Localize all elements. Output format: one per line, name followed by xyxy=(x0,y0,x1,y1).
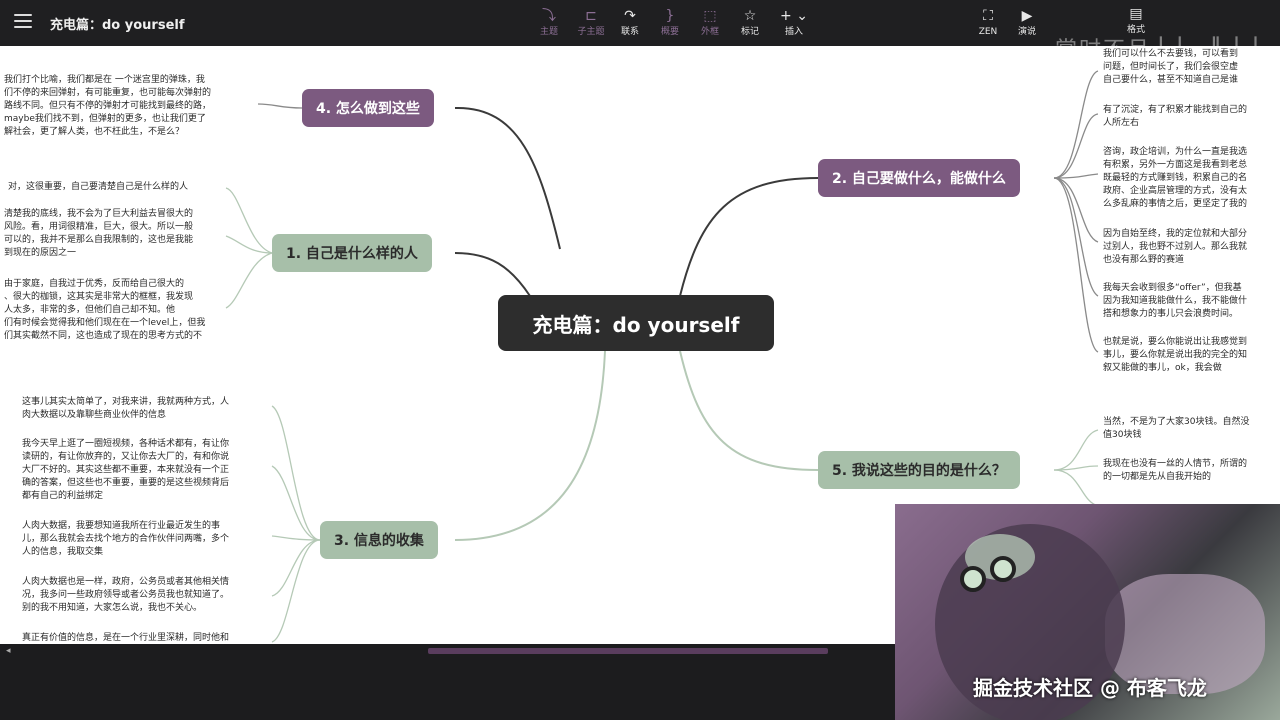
topic-icon: ⤵ xyxy=(542,8,556,24)
edge-center-n5 xyxy=(679,350,819,471)
document-title: 充电篇：do yourself xyxy=(50,18,185,33)
boundary-icon: ⬚ xyxy=(703,8,717,24)
scroll-marker-icon: ◂ xyxy=(6,646,11,656)
summary-button[interactable]: } 概要 xyxy=(648,6,692,38)
topic-button[interactable]: ⤵ 主题 xyxy=(527,6,571,38)
topic-what-to-do[interactable]: 2. 自己要做什么，能做什么 xyxy=(818,159,1020,197)
boundary-button[interactable]: ⬚ 外框 xyxy=(688,6,732,38)
relationship-button[interactable]: ↷ 联系 xyxy=(608,6,652,38)
marker-button[interactable]: ☆ 标记 xyxy=(728,6,772,38)
topic-info-collection[interactable]: 3. 信息的收集 xyxy=(320,521,438,559)
note-offers[interactable]: 我每天会收到很多“offer”，但我基 因为我知道我能做什么，我不能做什 搭和想… xyxy=(1103,282,1280,321)
hamburger-menu-icon[interactable] xyxy=(14,14,32,28)
topic-who-am-i[interactable]: 1. 自己是什么样的人 xyxy=(272,234,432,272)
note-short-videos[interactable]: 我今天早上逛了一圈短视频，各种话术都有，有让你 读研的，有让你放弃的，又让你去大… xyxy=(22,438,272,503)
watermark-text: 掘金技术社区 @ 布客飞龙 xyxy=(973,676,1207,700)
edge-center-n2 xyxy=(679,177,819,297)
horizontal-scrollbar[interactable] xyxy=(428,648,828,654)
topic-purpose[interactable]: 5. 我说这些的目的是什么？ xyxy=(818,451,1020,489)
top-toolbar: 充电篇：do yourself ⤵ 主题 ⊏ 子主题 ↷ 联系 } 概要 ⬚ 外… xyxy=(0,0,1280,63)
note-consulting[interactable]: 咨询，政企培训，为什么一直是我选 有积累，另外一方面这是我看到老总 既最轻的方式… xyxy=(1103,146,1280,211)
fullscreen-icon: ⛶ xyxy=(983,8,993,24)
note-start-from-self[interactable]: 我现在也没有一丝的人情节，所谓的 的一切都是先从自我开始的 xyxy=(1103,458,1280,484)
note-convince-me[interactable]: 也就是说，要么你能说出让我感觉到 事儿，要么你就是说出我的完全的知 叙又能做的事… xyxy=(1103,336,1280,375)
edge-center-n3 xyxy=(454,350,606,541)
note-bottom-line[interactable]: 清楚我的底线，我不会为了巨大利益去冒很大的 风险。看，用词很精准，巨大，很大。所… xyxy=(4,208,226,260)
edge-center-n1 xyxy=(454,252,531,297)
note-marble-metaphor[interactable]: 我们打个比喻，我们都是在 一个迷宫里的弹珠，我 们不停的来回弹射，有可能重复，也… xyxy=(4,74,256,139)
plus-icon: + ⌄ xyxy=(780,8,808,24)
play-icon: ▶ xyxy=(1021,8,1033,24)
topic-how-to-achieve[interactable]: 4. 怎么做到这些 xyxy=(302,89,434,127)
note-valuable-info[interactable]: 真正有价值的信息，是在一个行业里深耕，同时他和 xyxy=(22,632,272,644)
insert-button[interactable]: + ⌄ 插入 xyxy=(772,6,816,38)
edge-center-n4 xyxy=(454,106,561,250)
zen-button[interactable]: ⛶ ZEN xyxy=(966,6,1010,38)
note-government-info[interactable]: 人肉大数据也是一样，政府，公务员或者其他相关情 况，我多问一些政府领导或者公务员… xyxy=(22,576,272,615)
note-accumulation[interactable]: 有了沉淀，有了积累才能找到自己的 人所左右 xyxy=(1103,104,1280,130)
note-human-big-data[interactable]: 人肉大数据，我要想知道我所在行业最近发生的事 儿，那么我就会去找个地方的合作伙伴… xyxy=(22,520,272,559)
goggle-right-icon xyxy=(990,556,1016,582)
note-know-yourself[interactable]: 对，这很重要，自己要清楚自己是什么样的人 xyxy=(8,181,226,194)
note-family-shackles[interactable]: 由于家庭，自我过于优秀，反而给自己很大的 、很大的枷锁，这其实是非常大的框框，我… xyxy=(4,278,226,343)
note-emptiness[interactable]: 我们可以什么不去要钱，可以看到 问题，但时间长了，我们会很空虚 自己要什么，甚至… xyxy=(1103,48,1280,87)
subtopic-icon: ⊏ xyxy=(585,8,597,24)
note-two-methods[interactable]: 这事儿其实太简单了，对我来讲，我就两种方式，人 肉大数据以及靠聊些商业伙伴的信息 xyxy=(22,396,272,422)
note-positioning[interactable]: 因为自始至终，我的定位就和大部分 过别人，我也野不过别人。那么我就 也没有那么野… xyxy=(1103,228,1280,267)
star-icon: ☆ xyxy=(743,8,757,24)
relationship-icon: ↷ xyxy=(624,8,636,24)
format-icon: ▤ xyxy=(1129,6,1143,22)
pitch-button[interactable]: ▶ 演说 xyxy=(1005,6,1049,38)
subtopic-button[interactable]: ⊏ 子主题 xyxy=(569,6,613,38)
goggle-left-icon xyxy=(960,566,986,592)
summary-icon: } xyxy=(665,8,675,24)
note-not-for-money[interactable]: 当然，不是为了大家30块钱。自然没 值30块钱 xyxy=(1103,416,1280,442)
central-topic[interactable]: 充电篇：do yourself xyxy=(498,295,774,351)
